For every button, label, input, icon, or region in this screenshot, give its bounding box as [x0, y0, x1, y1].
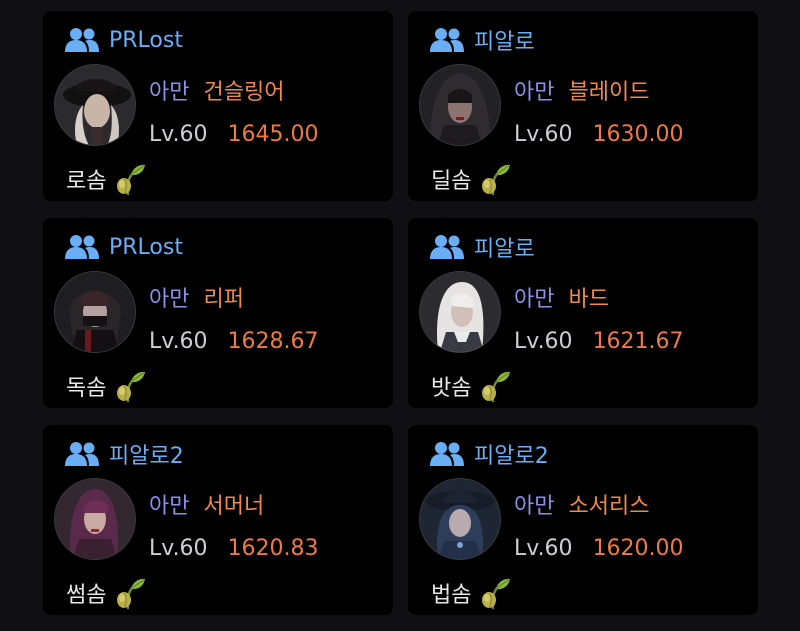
- sprout-icon: [112, 576, 146, 610]
- guild-name: 피알로2: [109, 444, 184, 469]
- character-portrait: [55, 272, 135, 352]
- group-icon: [65, 27, 99, 53]
- guild-name: PRLost: [109, 234, 183, 260]
- level-row: Lv.60 1630.00: [514, 122, 684, 147]
- level-row: Lv.60 1620.83: [149, 536, 319, 561]
- level-row: Lv.60 1628.67: [149, 329, 319, 354]
- sprout-icon: [477, 576, 511, 610]
- server-name: 아만: [514, 494, 555, 519]
- item-level: 1620.00: [592, 536, 684, 561]
- guild-row: PRLost: [65, 25, 183, 55]
- character-card[interactable]: PRLost 아만 리퍼 Lv.60 1628.67 독솜: [43, 218, 393, 408]
- character-grid: PRLost 아만 건슬링어 Lv.60 1645.00 로솜 피알로 아만 블…: [0, 0, 800, 631]
- guild-row: PRLost: [65, 232, 183, 262]
- guild-row: 피알로2: [430, 439, 549, 469]
- character-card[interactable]: 피알로 아만 블레이드 Lv.60 1630.00 딜솜: [408, 11, 758, 201]
- server-name: 아만: [514, 287, 555, 312]
- guild-name: 피알로: [474, 30, 535, 55]
- character-portrait: [420, 272, 500, 352]
- item-level: 1620.83: [227, 536, 319, 561]
- sprout-icon: [477, 162, 511, 196]
- item-level: 1645.00: [227, 122, 319, 147]
- guild-name: 피알로: [474, 237, 535, 262]
- guild-name: 피알로2: [474, 444, 549, 469]
- character-card[interactable]: 피알로2 아만 서머너 Lv.60 1620.83 썸솜: [43, 425, 393, 615]
- group-icon: [430, 27, 464, 53]
- level-row: Lv.60 1621.67: [514, 329, 684, 354]
- character-level: Lv.60: [514, 329, 573, 354]
- role-label: 독솜: [66, 376, 107, 401]
- guild-row: 피알로2: [65, 439, 184, 469]
- character-portrait: [420, 479, 500, 559]
- role-row: 썸솜: [66, 576, 146, 610]
- guild-row: 피알로: [430, 232, 535, 262]
- character-card[interactable]: PRLost 아만 건슬링어 Lv.60 1645.00 로솜: [43, 11, 393, 201]
- character-card[interactable]: 피알로2 아만 소서리스 Lv.60 1620.00 법솜: [408, 425, 758, 615]
- avatar: [54, 64, 136, 146]
- server-class-row: 아만 블레이드: [514, 74, 649, 106]
- group-icon: [65, 234, 99, 260]
- server-name: 아만: [149, 287, 190, 312]
- server-class-row: 아만 소서리스: [514, 488, 649, 520]
- character-portrait: [420, 65, 500, 145]
- sprout-icon: [112, 162, 146, 196]
- role-row: 딜솜: [431, 162, 511, 196]
- avatar: [419, 271, 501, 353]
- sprout-icon: [112, 369, 146, 403]
- character-level: Lv.60: [514, 122, 573, 147]
- level-row: Lv.60 1645.00: [149, 122, 319, 147]
- role-label: 썸솜: [66, 583, 107, 608]
- class-name: 리퍼: [203, 287, 244, 312]
- guild-row: 피알로: [430, 25, 535, 55]
- item-level: 1630.00: [592, 122, 684, 147]
- class-name: 소서리스: [568, 494, 650, 519]
- server-class-row: 아만 건슬링어: [149, 74, 284, 106]
- group-icon: [430, 234, 464, 260]
- server-name: 아만: [149, 80, 190, 105]
- character-level: Lv.60: [149, 122, 208, 147]
- avatar: [419, 478, 501, 560]
- class-name: 서머너: [203, 494, 265, 519]
- sprout-icon: [477, 369, 511, 403]
- avatar: [54, 271, 136, 353]
- level-row: Lv.60 1620.00: [514, 536, 684, 561]
- role-row: 법솜: [431, 576, 511, 610]
- server-name: 아만: [149, 494, 190, 519]
- role-label: 밧솜: [431, 376, 472, 401]
- server-name: 아만: [514, 80, 555, 105]
- class-name: 블레이드: [568, 80, 650, 105]
- guild-name: PRLost: [109, 27, 183, 53]
- role-row: 로솜: [66, 162, 146, 196]
- character-portrait: [55, 479, 135, 559]
- item-level: 1621.67: [592, 329, 684, 354]
- class-name: 건슬링어: [203, 80, 285, 105]
- character-level: Lv.60: [149, 329, 208, 354]
- group-icon: [430, 441, 464, 467]
- avatar: [419, 64, 501, 146]
- character-level: Lv.60: [149, 536, 208, 561]
- role-label: 로솜: [66, 169, 107, 194]
- role-row: 밧솜: [431, 369, 511, 403]
- role-label: 딜솜: [431, 169, 472, 194]
- character-card[interactable]: 피알로 아만 바드 Lv.60 1621.67 밧솜: [408, 218, 758, 408]
- server-class-row: 아만 리퍼: [149, 281, 244, 313]
- server-class-row: 아만 바드: [514, 281, 609, 313]
- role-row: 독솜: [66, 369, 146, 403]
- server-class-row: 아만 서머너: [149, 488, 264, 520]
- character-portrait: [55, 65, 135, 145]
- role-label: 법솜: [431, 583, 472, 608]
- avatar: [54, 478, 136, 560]
- class-name: 바드: [568, 287, 609, 312]
- item-level: 1628.67: [227, 329, 319, 354]
- group-icon: [65, 441, 99, 467]
- character-level: Lv.60: [514, 536, 573, 561]
